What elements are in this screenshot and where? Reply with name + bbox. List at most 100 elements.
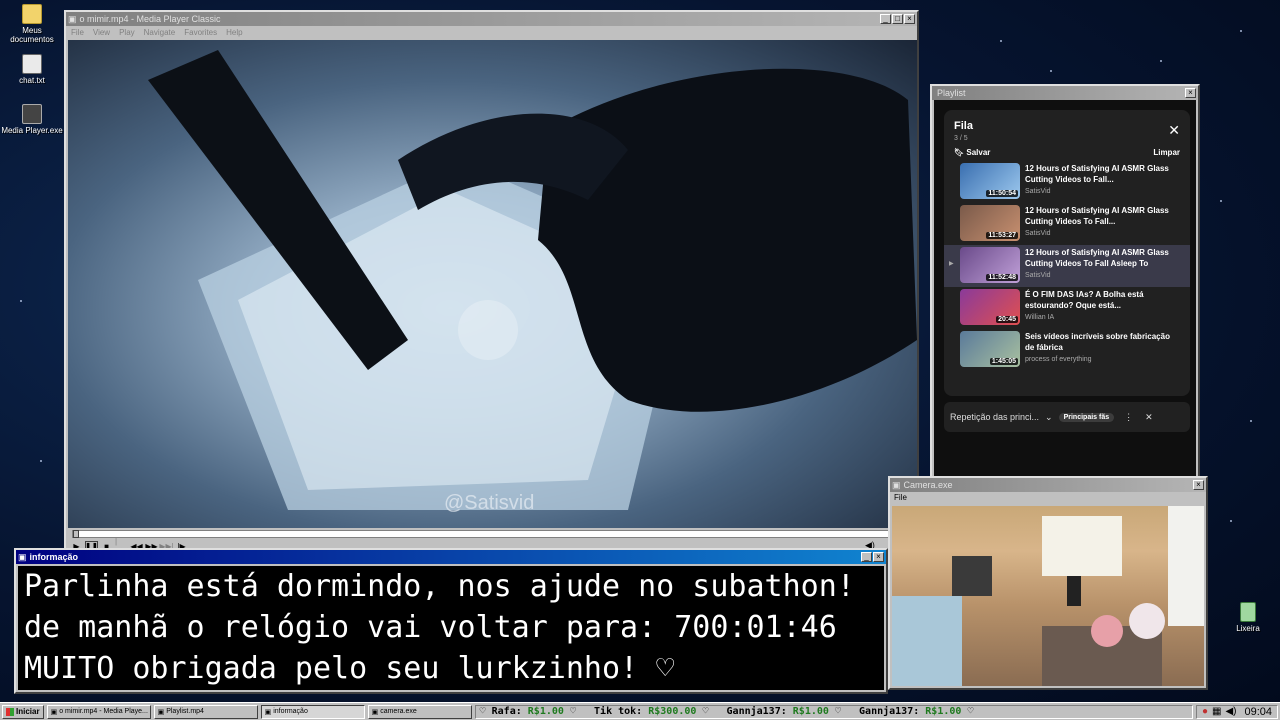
start-button[interactable]: Iniciar — [2, 704, 44, 719]
task-button-info[interactable]: ▣ informação — [260, 704, 365, 719]
app-icon: ▣ — [892, 479, 901, 490]
menu-play[interactable]: Play — [119, 28, 135, 37]
desktop-icon-media-player[interactable]: Media Player.exe — [0, 104, 64, 135]
taskbar: Iniciar ▣ o mimir.mp4 - Media Playe... ▣ P… — [0, 702, 1280, 720]
video-thumbnail: 11:52:48 — [960, 247, 1020, 283]
queue-item-current[interactable]: ▶ 11:52:48 12 Hours of Satisfying AI ASM… — [944, 245, 1190, 287]
donor-name: Gannja137: — [859, 705, 920, 717]
desktop-icon-label: chat.txt — [19, 76, 45, 85]
text-file-icon — [22, 54, 42, 74]
windows-logo-icon — [6, 707, 14, 716]
video-title: É O FIM DAS IAs? A Bolha está estourando… — [1025, 290, 1144, 310]
network-icon[interactable]: ▦ — [1212, 706, 1221, 717]
playlist-content: Fila 3 / 5 ✕ 🔖︎ Salvar Limpar 11:50:54 1… — [934, 100, 1196, 480]
menu-view[interactable]: View — [93, 28, 110, 37]
close-icon[interactable]: ✕ — [1145, 412, 1153, 423]
playlist-titlebar[interactable]: Playlist × — [932, 86, 1198, 100]
seek-thumb[interactable] — [73, 530, 79, 538]
info-line: de manhã o relógio vai voltar para: 700:… — [24, 610, 837, 645]
recycle-bin-icon — [1240, 602, 1256, 622]
app-icon: ▣ — [68, 13, 77, 24]
close-button[interactable]: × — [1193, 480, 1204, 490]
task-button-playlist[interactable]: ▣ Playlist.mp4 — [153, 704, 258, 719]
queue-count: 3 / 5 — [954, 135, 968, 142]
close-button[interactable]: × — [904, 14, 915, 24]
volume-icon[interactable]: ◀) — [1225, 706, 1236, 717]
start-label: Iniciar — [16, 707, 40, 716]
app-icon: ▣ — [18, 551, 27, 562]
video-thumbnail: 20:45 — [960, 289, 1020, 325]
now-playing-icon: ▶ — [949, 261, 954, 267]
video-watermark: @Satisvid — [444, 492, 535, 514]
minimize-button[interactable]: _ — [880, 14, 891, 24]
window-title: Playlist — [937, 88, 966, 98]
desktop-icon-label: Meus documentos — [10, 26, 54, 44]
bookmark-icon: 🔖︎ — [954, 148, 965, 157]
video-frame — [148, 50, 917, 510]
queue-item[interactable]: 11:50:54 12 Hours of Satisfying AI ASMR … — [944, 161, 1190, 203]
video-thumbnail: 11:50:54 — [960, 163, 1020, 199]
video-duration: 11:53:27 — [986, 232, 1018, 239]
queue-item[interactable]: 11:53:27 12 Hours of Satisfying AI ASMR … — [944, 203, 1190, 245]
video-duration: 11:52:48 — [986, 274, 1018, 281]
more-options-icon[interactable]: ⋮ — [1124, 412, 1133, 423]
menu-navigate[interactable]: Navigate — [144, 28, 176, 37]
menu-help[interactable]: Help — [226, 28, 242, 37]
mix-label[interactable]: Repetição das princi... — [950, 412, 1039, 422]
chevron-down-icon[interactable]: ⌄ — [1045, 412, 1053, 423]
save-button[interactable]: 🔖︎ Salvar — [954, 148, 990, 157]
camera-feed — [892, 506, 1204, 686]
task-label: camera.exe — [380, 708, 417, 715]
heart-icon: ♡ — [702, 705, 709, 717]
video-title: 12 Hours of Satisfying AI ASMR Glass Cut… — [1025, 248, 1169, 268]
close-button[interactable]: × — [873, 552, 884, 562]
donation-amount: R$1.00 — [792, 705, 829, 717]
media-player-titlebar[interactable]: ▣ o mimir.mp4 - Media Player Classic _ □… — [66, 12, 917, 26]
video-thumbnail: 1:45:05 — [960, 331, 1020, 367]
desktop-icon-label: Lixeira — [1236, 624, 1260, 633]
menu-favorites[interactable]: Favorites — [184, 28, 217, 37]
heart-icon: ♡ — [479, 705, 486, 717]
donor-name: Gannja137: — [726, 705, 787, 717]
info-titlebar[interactable]: ▣ informação _ × — [16, 550, 886, 564]
task-button-camera[interactable]: ▣ camera.exe — [367, 704, 472, 719]
folder-icon — [22, 4, 42, 24]
seek-bar[interactable] — [72, 530, 912, 538]
app-icon: ▣ — [157, 708, 165, 716]
info-line: MUITO obrigada pelo seu lurkzinho! ♡ — [24, 651, 675, 686]
menu-file[interactable]: File — [71, 28, 84, 37]
camera-window: ▣ Camera.exe × File — [888, 476, 1208, 690]
queue-item[interactable]: 1:45:05 Seis vídeos incríveis sobre fabr… — [944, 329, 1190, 371]
channel-name: SatisVid — [1025, 230, 1051, 237]
clock[interactable]: 09:04 — [1244, 706, 1272, 718]
donation-ticker: ♡ Rafa: R$1.00 ♡ Tik tok: R$300.00 ♡ Gan… — [474, 704, 1193, 719]
video-title: 12 Hours of Satisfying AI ASMR Glass Cut… — [1025, 206, 1169, 226]
video-duration: 20:45 — [996, 316, 1018, 323]
queue-item[interactable]: 20:45 É O FIM DAS IAs? A Bolha está esto… — [944, 287, 1190, 329]
menu-bar: File View Play Navigate Favorites Help — [66, 26, 917, 38]
maximize-button[interactable]: □ — [892, 14, 903, 24]
clear-button[interactable]: Limpar — [1153, 148, 1180, 157]
minimize-button[interactable]: _ — [861, 552, 872, 562]
app-icon: ▣ — [264, 708, 272, 716]
desktop-icon-chat[interactable]: chat.txt — [0, 54, 64, 85]
task-button-media-player[interactable]: ▣ o mimir.mp4 - Media Playe... — [46, 704, 151, 719]
donor-name: Rafa: — [491, 705, 522, 717]
channel-name: SatisVid — [1025, 272, 1051, 279]
camera-menu-file[interactable]: File — [890, 492, 1206, 504]
media-player-icon — [22, 104, 42, 124]
app-icon: ▣ — [371, 708, 379, 716]
video-area[interactable]: @Satisvid — [68, 40, 917, 528]
task-label: o mimir.mp4 - Media Playe... — [59, 708, 148, 715]
info-line: Parlinha está dormindo, nos ajude no sub… — [24, 569, 855, 604]
window-title: Camera.exe — [903, 480, 953, 490]
desktop-icon-recycle-bin[interactable]: Lixeira — [1216, 602, 1280, 633]
close-icon[interactable]: ✕ — [1168, 122, 1180, 139]
close-button[interactable]: × — [1185, 88, 1196, 98]
top-fans-chip[interactable]: Principais fãs — [1058, 412, 1115, 422]
video-duration: 1:45:05 — [989, 358, 1018, 365]
channel-name: SatisVid — [1025, 188, 1051, 195]
tray-app-icon[interactable]: ● — [1202, 706, 1208, 717]
desktop-icon-documents[interactable]: Meus documentos — [0, 4, 64, 44]
camera-titlebar[interactable]: ▣ Camera.exe × — [890, 478, 1206, 492]
